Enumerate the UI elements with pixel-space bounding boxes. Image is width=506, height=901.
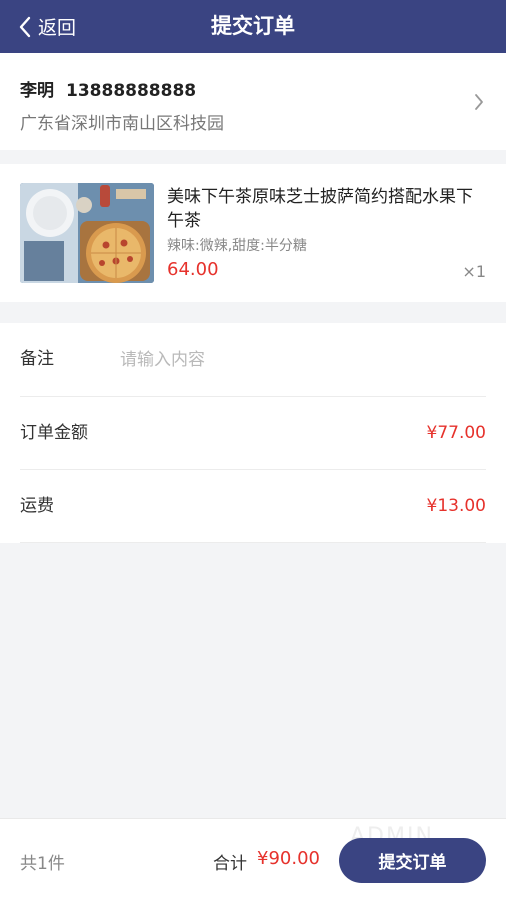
- product-spec: 辣味:微辣,甜度:半分糖: [167, 238, 307, 254]
- item-count: 共1件: [20, 854, 65, 874]
- chevron-right-icon: [474, 93, 484, 115]
- address-contact: 李明 13888888888: [20, 76, 196, 101]
- remark-label: 备注: [20, 349, 54, 369]
- pizza-image: [20, 183, 154, 283]
- order-amount-row: 订单金额 ¥77.00: [20, 397, 486, 470]
- product-name: 美味下午茶原味芝士披萨简约搭配水果下午茶: [167, 187, 473, 231]
- remark-row: 备注: [20, 323, 486, 396]
- recipient-phone: 13888888888: [66, 81, 197, 101]
- address-detail: 广东省深圳市南山区科技园: [20, 114, 224, 134]
- product-quantity: ×1: [462, 262, 486, 281]
- submit-order-button[interactable]: 提交订单: [339, 838, 486, 883]
- back-button[interactable]: 返回: [18, 0, 76, 53]
- checkout-bar: 共1件 合计 ¥90.00 ADMIN 提交订单: [0, 818, 506, 901]
- divider: [20, 542, 486, 543]
- order-amount-label: 订单金额: [20, 423, 88, 443]
- order-form: 备注 订单金额 ¥77.00 运费 ¥13.00: [0, 323, 506, 543]
- shipping-row: 运费 ¥13.00: [20, 470, 486, 543]
- address-card[interactable]: 李明 13888888888 广东省深圳市南山区科技园: [0, 53, 506, 150]
- total-amount: ¥90.00: [257, 848, 320, 869]
- product-price: 64.00: [167, 259, 219, 280]
- total-label: 合计: [213, 854, 247, 874]
- product-card: 美味下午茶原味芝士披萨简约搭配水果下午茶 辣味:微辣,甜度:半分糖 64.00 …: [0, 164, 506, 302]
- recipient-name: 李明: [20, 81, 54, 101]
- remark-input[interactable]: [120, 345, 460, 375]
- chevron-left-icon: [18, 16, 32, 38]
- top-navbar: 返回 提交订单: [0, 0, 506, 53]
- shipping-value: ¥13.00: [426, 496, 486, 516]
- shipping-label: 运费: [20, 496, 54, 516]
- order-amount-value: ¥77.00: [426, 423, 486, 443]
- back-label: 返回: [38, 17, 77, 39]
